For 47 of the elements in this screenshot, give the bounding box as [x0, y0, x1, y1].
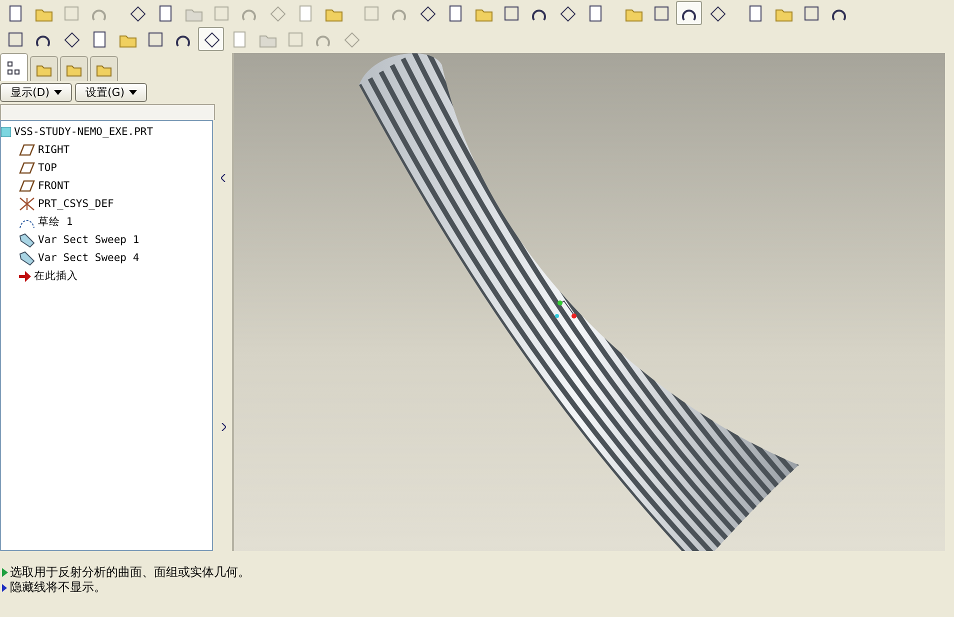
toolbar-button[interactable] [676, 1, 702, 25]
part-icon [1, 127, 11, 137]
status-message: 选取用于反射分析的曲面、面组或实体几何。 [10, 564, 250, 581]
datum-plane-icon [19, 162, 35, 174]
toolbar-icon [268, 4, 286, 22]
dropdown-button[interactable]: 设置(G) [75, 83, 147, 102]
toolbar-icon [418, 4, 436, 22]
tree-item[interactable]: 草绘 1 [38, 215, 73, 229]
tree-item[interactable]: RIGHT [38, 144, 70, 156]
toolbar-icon [62, 4, 80, 22]
toolbar-icon [342, 30, 360, 48]
sweep-feature-icon [19, 250, 35, 266]
arrow-icon [19, 270, 31, 282]
toolbar-icon [802, 4, 820, 22]
toolbar-icon [128, 4, 146, 22]
toolbar-icon [558, 4, 576, 22]
toolbar-icon [652, 4, 670, 22]
toolbar-icon [708, 4, 726, 22]
dropdown-button[interactable]: 显示(D) [0, 83, 72, 102]
model-viewport[interactable] [234, 53, 945, 551]
toolbar-icon [212, 4, 230, 22]
datum-plane-icon [19, 180, 35, 192]
sweep-feature-icon [19, 232, 35, 248]
toolbar-icon [62, 30, 80, 48]
caret-icon [128, 90, 137, 95]
tree-item[interactable]: 在此插入 [34, 269, 78, 283]
tree-icon [6, 60, 22, 76]
datum-plane-icon [19, 144, 35, 156]
tree-item[interactable]: VSS-STUDY-NEMO_EXE.PRT [14, 126, 154, 138]
tree-item[interactable]: Var Sect Sweep 4 [38, 252, 140, 264]
caret-icon [54, 90, 62, 95]
toolbar-icon [146, 30, 164, 48]
toolbar-icon [202, 30, 220, 48]
toolbar-button[interactable] [198, 27, 224, 51]
axis-marker-icon [555, 300, 576, 318]
tree-item[interactable]: FRONT [38, 180, 70, 192]
prompt-arrow-icon [2, 568, 8, 577]
coordinate-system-icon [19, 197, 35, 211]
toolbar-icon [362, 4, 380, 22]
status-message: 隐藏线将不显示。 [10, 579, 106, 596]
toolbar-icon [6, 30, 24, 48]
tree-item[interactable]: PRT_CSYS_DEF [38, 198, 114, 210]
toolbar-icon [286, 30, 304, 48]
navigator-tab[interactable] [0, 53, 28, 81]
toolbar-icon [502, 4, 520, 22]
tree-item[interactable]: TOP [38, 162, 57, 174]
tree-item[interactable]: Var Sect Sweep 1 [38, 234, 140, 246]
